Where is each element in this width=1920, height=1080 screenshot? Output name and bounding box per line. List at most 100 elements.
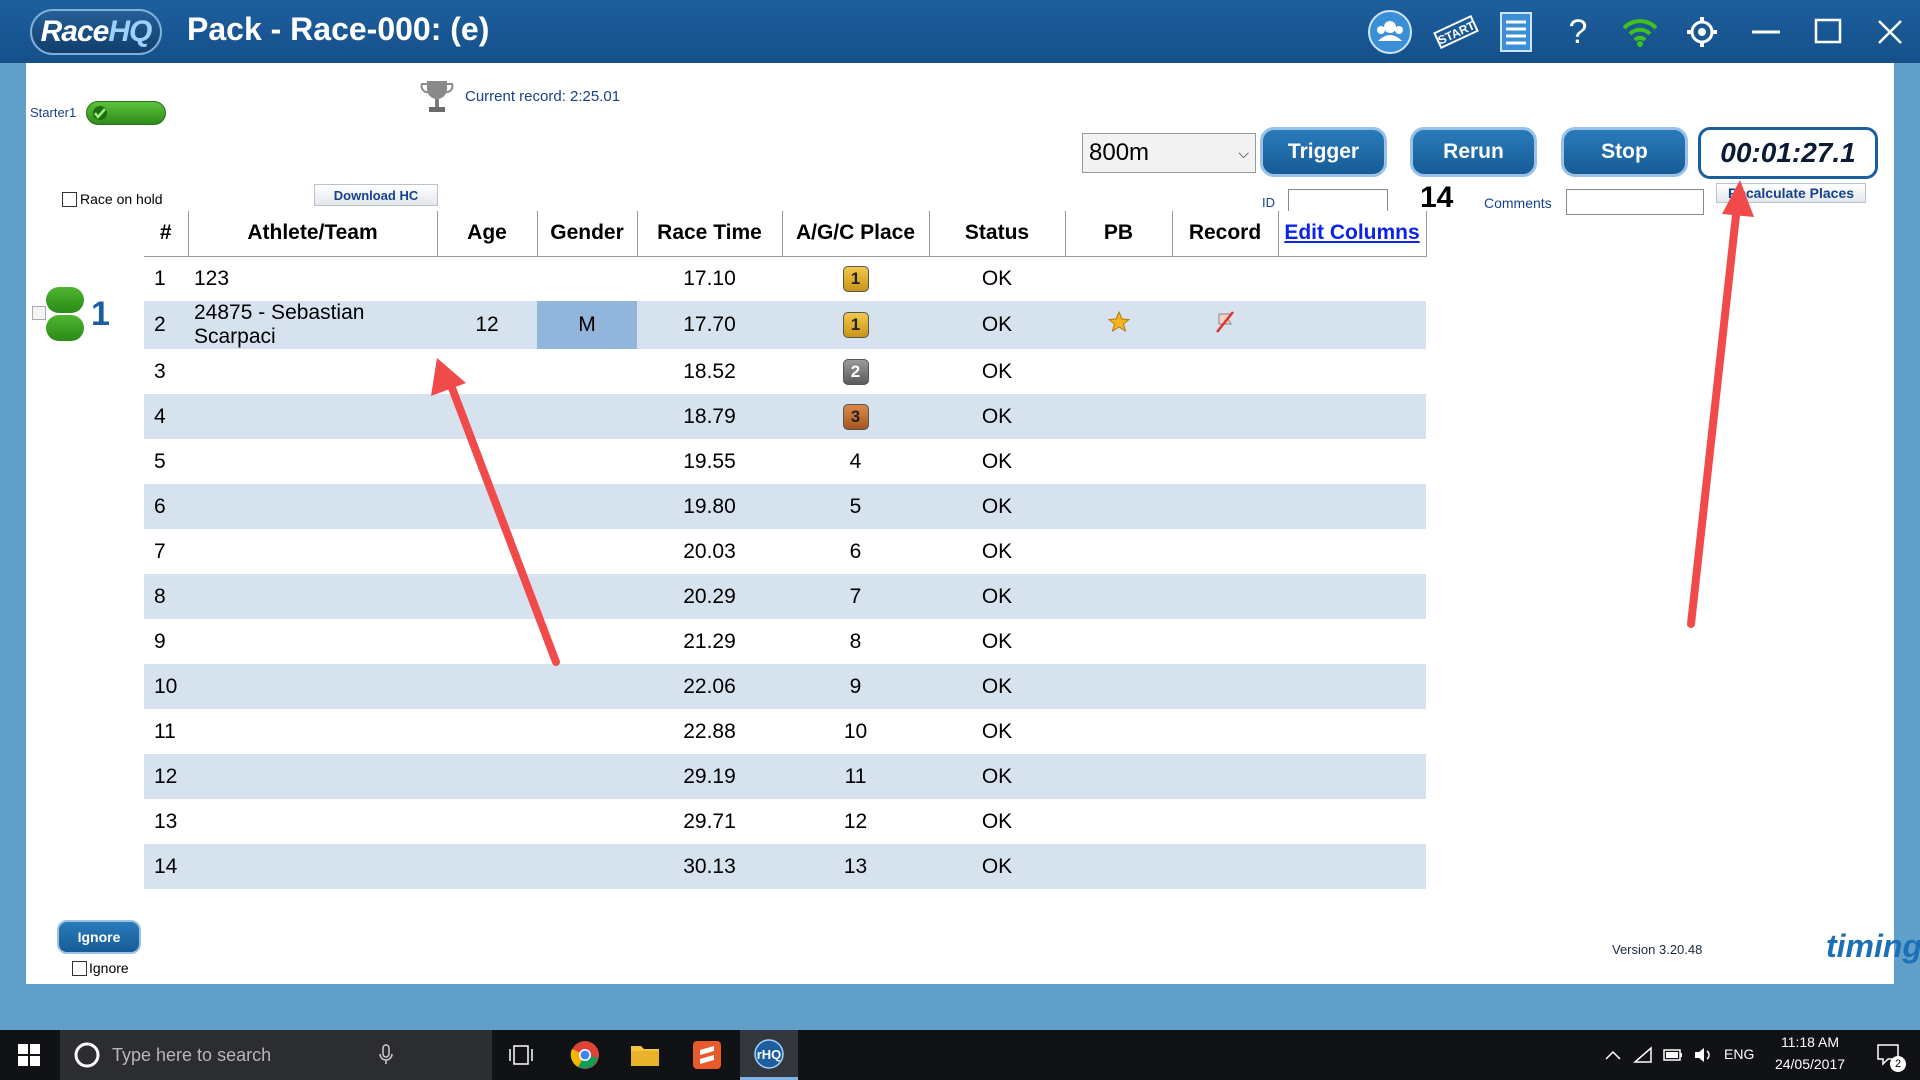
gear-icon[interactable] <box>1676 6 1728 58</box>
cell-record[interactable] <box>1172 709 1278 754</box>
cell-place[interactable]: 11 <box>782 754 929 799</box>
cell-status[interactable]: OK <box>929 574 1065 619</box>
network-icon[interactable] <box>1628 1030 1658 1080</box>
cell-empty[interactable] <box>1278 394 1426 439</box>
cell-place[interactable]: 1 <box>782 301 929 349</box>
cell-place[interactable]: 13 <box>782 844 929 889</box>
cell-place[interactable]: 2 <box>782 349 929 394</box>
cell-status[interactable]: OK <box>929 799 1065 844</box>
cell-number[interactable]: 5 <box>144 439 188 484</box>
windows-start-icon[interactable] <box>0 1030 58 1080</box>
cell-race-time[interactable]: 30.13 <box>637 844 782 889</box>
table-row[interactable]: 4 18.79 3 OK <box>144 394 1426 439</box>
sublime-icon[interactable] <box>678 1030 736 1080</box>
cell-gender[interactable] <box>537 709 637 754</box>
cell-age[interactable] <box>437 439 537 484</box>
cell-age[interactable]: 12 <box>437 301 537 349</box>
cell-status[interactable]: OK <box>929 709 1065 754</box>
cell-age[interactable] <box>437 844 537 889</box>
cell-place[interactable]: 9 <box>782 664 929 709</box>
table-row[interactable]: 8 20.29 7 OK <box>144 574 1426 619</box>
cell-pb[interactable] <box>1065 484 1172 529</box>
cell-empty[interactable] <box>1278 256 1426 301</box>
list-icon[interactable] <box>1490 6 1542 58</box>
cell-race-time[interactable]: 20.29 <box>637 574 782 619</box>
cell-race-time[interactable]: 18.79 <box>637 394 782 439</box>
cell-athlete[interactable] <box>188 529 437 574</box>
table-row[interactable]: 5 19.55 4 OK <box>144 439 1426 484</box>
cell-empty[interactable] <box>1278 484 1426 529</box>
cell-empty[interactable] <box>1278 529 1426 574</box>
cell-empty[interactable] <box>1278 799 1426 844</box>
cell-record[interactable] <box>1172 484 1278 529</box>
race-on-hold[interactable]: Race on hold <box>62 191 163 207</box>
help-icon[interactable]: ? <box>1552 6 1604 58</box>
cell-race-time[interactable]: 29.71 <box>637 799 782 844</box>
cell-record[interactable] <box>1172 754 1278 799</box>
cell-pb[interactable] <box>1065 301 1172 349</box>
cell-pb[interactable] <box>1065 349 1172 394</box>
cell-status[interactable]: OK <box>929 754 1065 799</box>
table-row[interactable]: 9 21.29 8 OK <box>144 619 1426 664</box>
cell-record[interactable] <box>1172 664 1278 709</box>
cell-gender[interactable] <box>537 844 637 889</box>
cell-number[interactable]: 4 <box>144 394 188 439</box>
distance-select[interactable]: 800m ⌵ <box>1082 133 1256 173</box>
heat-checkbox[interactable] <box>32 306 46 320</box>
cell-athlete[interactable] <box>188 754 437 799</box>
cell-place[interactable]: 10 <box>782 709 929 754</box>
starter-toggle[interactable] <box>86 101 166 125</box>
cell-pb[interactable] <box>1065 799 1172 844</box>
cell-pb[interactable] <box>1065 574 1172 619</box>
cell-race-time[interactable]: 22.06 <box>637 664 782 709</box>
cell-record[interactable] <box>1172 619 1278 664</box>
cell-empty[interactable] <box>1278 754 1426 799</box>
cell-pb[interactable] <box>1065 256 1172 301</box>
cell-age[interactable] <box>437 484 537 529</box>
cell-number[interactable]: 12 <box>144 754 188 799</box>
rerun-button[interactable]: Rerun <box>1410 127 1537 177</box>
cell-pb[interactable] <box>1065 619 1172 664</box>
cell-age[interactable] <box>437 664 537 709</box>
cell-status[interactable]: OK <box>929 301 1065 349</box>
edit-columns-label[interactable]: Edit Columns <box>1284 221 1419 244</box>
cell-status[interactable]: OK <box>929 844 1065 889</box>
cell-empty[interactable] <box>1278 439 1426 484</box>
cell-number[interactable]: 2 <box>144 301 188 349</box>
cell-race-time[interactable]: 20.03 <box>637 529 782 574</box>
recalculate-places-button[interactable]: Recalculate Places <box>1716 183 1866 203</box>
cell-pb[interactable] <box>1065 709 1172 754</box>
cell-age[interactable] <box>437 394 537 439</box>
cell-number[interactable]: 14 <box>144 844 188 889</box>
cell-number[interactable]: 8 <box>144 574 188 619</box>
cell-record[interactable] <box>1172 844 1278 889</box>
cell-status[interactable]: OK <box>929 484 1065 529</box>
cell-place[interactable]: 3 <box>782 394 929 439</box>
cell-number[interactable]: 3 <box>144 349 188 394</box>
cell-age[interactable] <box>437 529 537 574</box>
cell-athlete[interactable] <box>188 484 437 529</box>
cell-status[interactable]: OK <box>929 619 1065 664</box>
battery-icon[interactable] <box>1658 1030 1688 1080</box>
cell-age[interactable] <box>437 799 537 844</box>
chrome-icon[interactable] <box>556 1030 614 1080</box>
col-record[interactable]: Record <box>1172 211 1279 257</box>
comments-input[interactable] <box>1566 189 1704 215</box>
cell-status[interactable]: OK <box>929 664 1065 709</box>
cell-race-time[interactable]: 18.52 <box>637 349 782 394</box>
cell-athlete[interactable] <box>188 349 437 394</box>
cell-record[interactable] <box>1172 256 1278 301</box>
cell-place[interactable]: 4 <box>782 439 929 484</box>
cell-record[interactable] <box>1172 799 1278 844</box>
stop-button[interactable]: Stop <box>1561 127 1688 177</box>
cell-record[interactable] <box>1172 574 1278 619</box>
cell-number[interactable]: 7 <box>144 529 188 574</box>
cell-race-time[interactable]: 17.70 <box>637 301 782 349</box>
cell-race-time[interactable]: 17.10 <box>637 256 782 301</box>
cell-race-time[interactable]: 19.55 <box>637 439 782 484</box>
cell-gender[interactable] <box>537 799 637 844</box>
table-row[interactable]: 12 29.19 11 OK <box>144 754 1426 799</box>
cell-empty[interactable] <box>1278 349 1426 394</box>
cell-gender[interactable] <box>537 574 637 619</box>
cell-empty[interactable] <box>1278 709 1426 754</box>
